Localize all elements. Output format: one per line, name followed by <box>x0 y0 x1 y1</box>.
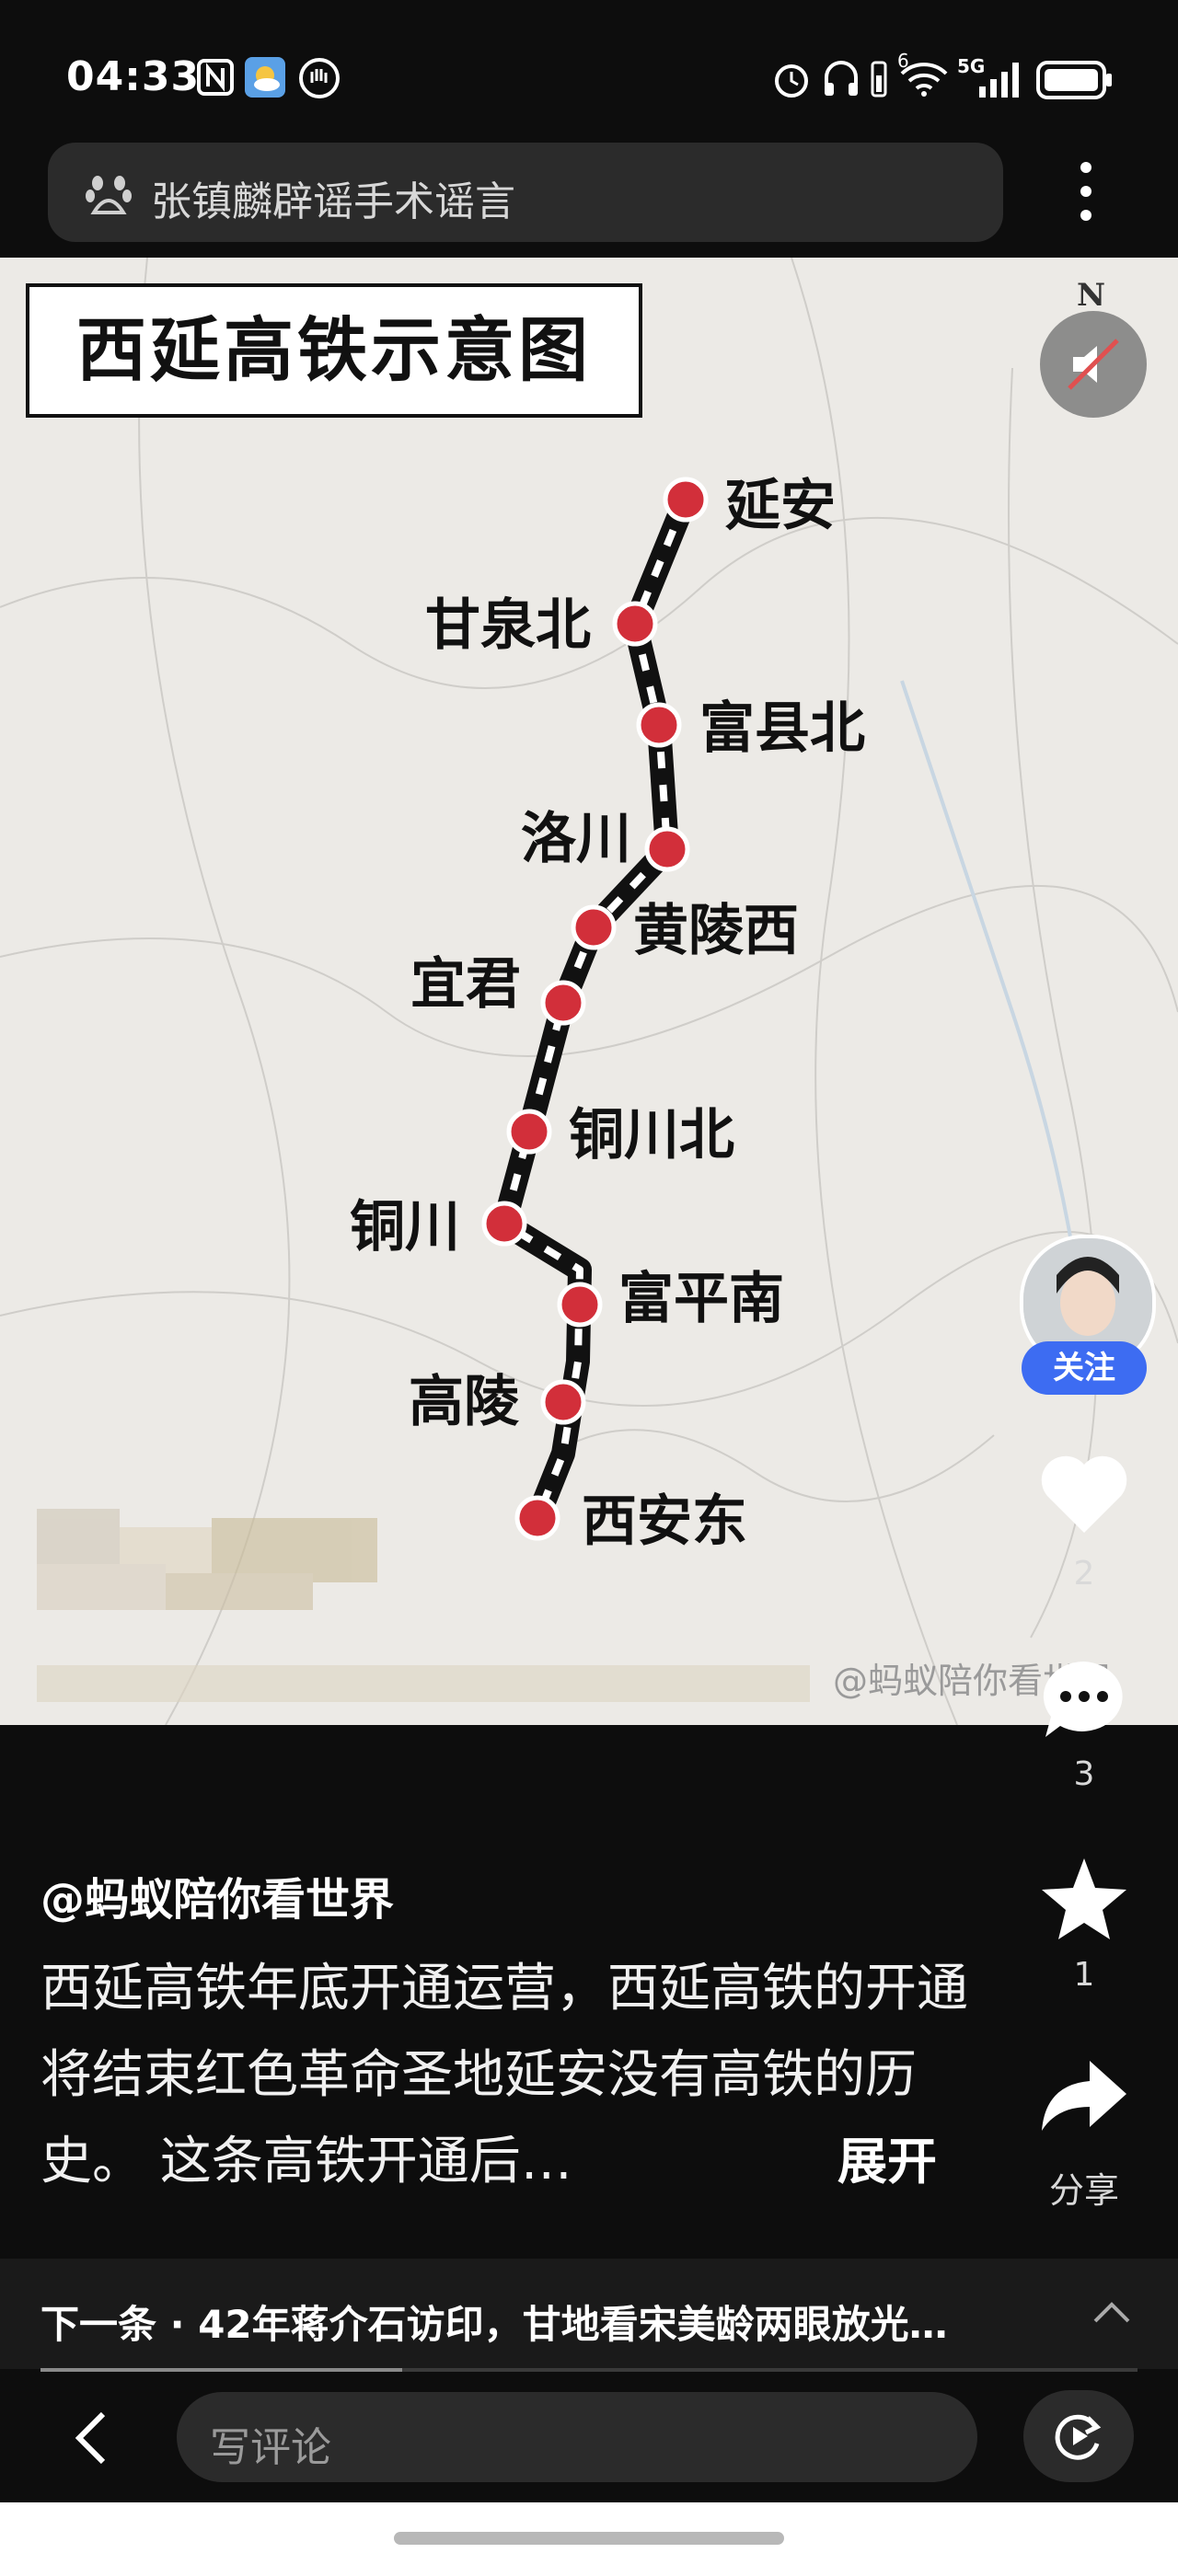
search-bar[interactable]: 张镇麟辟谣手术谣言 <box>48 143 1003 242</box>
battery-icon <box>1036 61 1112 99</box>
baidu-paw-icon <box>86 176 132 214</box>
headphones-icon <box>825 61 858 96</box>
comment-count: 3 <box>1073 1755 1095 1793</box>
svg-text:高陵: 高陵 <box>409 1370 519 1434</box>
next-video-bar[interactable]: 下一条 · 42年蒋介石访印，甘地看宋美龄两眼放光… <box>0 2259 1178 2369</box>
favorite-star-icon[interactable] <box>1038 1855 1130 1943</box>
author-name[interactable]: @蚂蚁陪你看世界 <box>40 1863 394 1927</box>
like-icon[interactable] <box>1038 1454 1130 1536</box>
map-title-box: 西延高铁示意图 <box>26 283 642 418</box>
svg-text:铜川: 铜川 <box>350 1195 460 1259</box>
svg-text:铜川北: 铜川北 <box>569 1103 734 1167</box>
status-bar: 04:33 6 5G <box>0 0 1178 138</box>
svg-text:宜君: 宜君 <box>410 952 521 1017</box>
like-count: 2 <box>1073 1555 1095 1593</box>
status-time: 04:33 <box>66 53 201 100</box>
favorite-count: 1 <box>1073 1956 1095 1994</box>
map-title: 西延高铁示意图 <box>76 309 592 391</box>
gesture-icon <box>299 58 340 98</box>
svg-text:西安东: 西安东 <box>582 1489 747 1554</box>
signal-icon <box>979 63 1019 98</box>
alarm-icon <box>775 64 808 98</box>
more-options-icon[interactable] <box>1068 158 1104 224</box>
station-yijun: 宜君 <box>410 952 586 1026</box>
replay-icon <box>1055 2414 1102 2460</box>
home-indicator[interactable] <box>394 2532 784 2545</box>
map-image[interactable]: 延安 甘泉北 富县北 洛川 黄陵西 宜君 铜川北 铜川 富平南 高陵 西安东 N… <box>0 258 1178 1725</box>
station-yanan: 延安 <box>663 474 836 538</box>
mute-button[interactable] <box>1040 311 1147 418</box>
svg-text:N: N <box>1077 277 1105 314</box>
replay-button[interactable] <box>1023 2390 1134 2482</box>
svg-text:洛川: 洛川 <box>521 807 631 871</box>
svg-text:黄陵西: 黄陵西 <box>633 899 799 963</box>
map-canvas: 延安 甘泉北 富县北 洛川 黄陵西 宜君 铜川北 铜川 富平南 高陵 西安东 N… <box>0 258 1178 1725</box>
next-video-title: 下一条 · 42年蒋介石访印，甘地看宋美龄两眼放光… <box>40 2302 948 2347</box>
svg-text:延安: 延安 <box>725 474 836 538</box>
weather-icon <box>245 57 285 98</box>
expand-button[interactable]: 展开 <box>837 2121 937 2193</box>
comment-icon[interactable] <box>1038 1656 1130 1741</box>
mute-icon <box>1068 339 1119 390</box>
progress-fill <box>40 2368 403 2372</box>
search-query: 张镇麟辟谣手术谣言 <box>151 178 515 225</box>
battery-small-icon <box>871 61 887 98</box>
station-tongchuan: 铜川 <box>350 1195 527 1259</box>
comment-placeholder: 写评论 <box>210 2424 331 2471</box>
share-label[interactable]: 分享 <box>1029 2162 1139 2213</box>
svg-text:富县北: 富县北 <box>699 696 865 761</box>
wifi-icon <box>900 63 948 97</box>
station-fupingnan: 富平南 <box>557 1267 784 1331</box>
share-icon[interactable] <box>1038 2057 1130 2134</box>
compass-icon: N <box>1077 277 1105 314</box>
comment-input[interactable]: 写评论 <box>177 2392 977 2482</box>
follow-button[interactable]: 关注 <box>1022 1341 1147 1395</box>
svg-text:甘泉北: 甘泉北 <box>425 593 591 658</box>
chevron-up-icon[interactable] <box>1091 2297 1132 2325</box>
nfc-icon <box>197 59 234 96</box>
svg-text:富平南: 富平南 <box>618 1267 784 1331</box>
back-icon[interactable] <box>68 2409 114 2467</box>
